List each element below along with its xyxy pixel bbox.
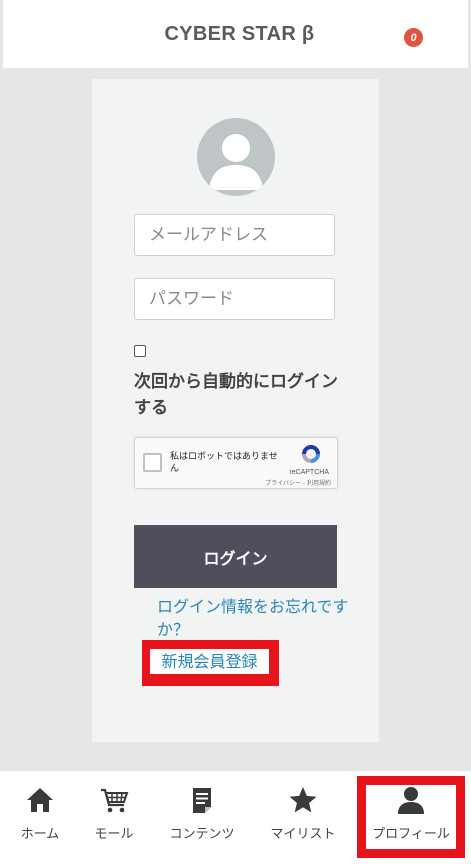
nav-label-profile: プロフィール: [372, 826, 450, 841]
cart-icon: [101, 788, 129, 813]
recaptcha-privacy-terms[interactable]: プライバシー - 利用規約: [265, 478, 331, 487]
home-icon: [27, 788, 53, 812]
login-button[interactable]: ログイン: [134, 525, 337, 588]
forgot-login-link[interactable]: ログイン情報をお忘れですか？: [157, 595, 352, 641]
nav-item-mylist[interactable]: マイリスト: [264, 785, 342, 849]
nav-label-home: ホーム: [20, 826, 60, 841]
register-link[interactable]: 新規会員登録: [150, 649, 269, 674]
nav-label-mylist: マイリスト: [270, 826, 336, 841]
nav-item-mall[interactable]: モール: [88, 785, 140, 849]
nav-item-profile[interactable]: プロフィール: [368, 785, 454, 849]
document-icon: [193, 788, 211, 813]
app-header: CYBER STAR β: [3, 0, 468, 68]
register-highlight: 新規会員登録: [142, 640, 279, 686]
nav-label-contents: コンテンツ: [169, 826, 235, 841]
star-icon: [289, 787, 317, 813]
remember-me-checkbox[interactable]: [134, 345, 146, 357]
recaptcha-checkbox[interactable]: [143, 453, 162, 472]
recaptcha-logo-icon: [302, 445, 320, 463]
avatar-placeholder-icon: [197, 118, 275, 196]
bottom-nav: ホーム モール コンテンツ マイリスト プロフィール: [0, 771, 471, 864]
cart-count-badge[interactable]: 0: [404, 28, 423, 47]
password-input[interactable]: [134, 278, 335, 320]
person-icon: [398, 787, 424, 814]
recaptcha-widget: 私はロボットではありません reCAPTCHA プライバシー - 利用規約: [134, 437, 338, 489]
nav-item-contents[interactable]: コンテンツ: [164, 785, 240, 849]
nav-item-home[interactable]: ホーム: [14, 785, 66, 849]
remember-me-label: 次回から自動的にログインする: [134, 372, 338, 418]
nav-label-mall: モール: [94, 826, 134, 841]
recaptcha-brand: reCAPTCHA: [289, 469, 329, 476]
app-title: CYBER STAR β: [164, 22, 315, 45]
email-input[interactable]: [134, 214, 335, 256]
recaptcha-label: 私はロボットではありません: [170, 452, 278, 474]
